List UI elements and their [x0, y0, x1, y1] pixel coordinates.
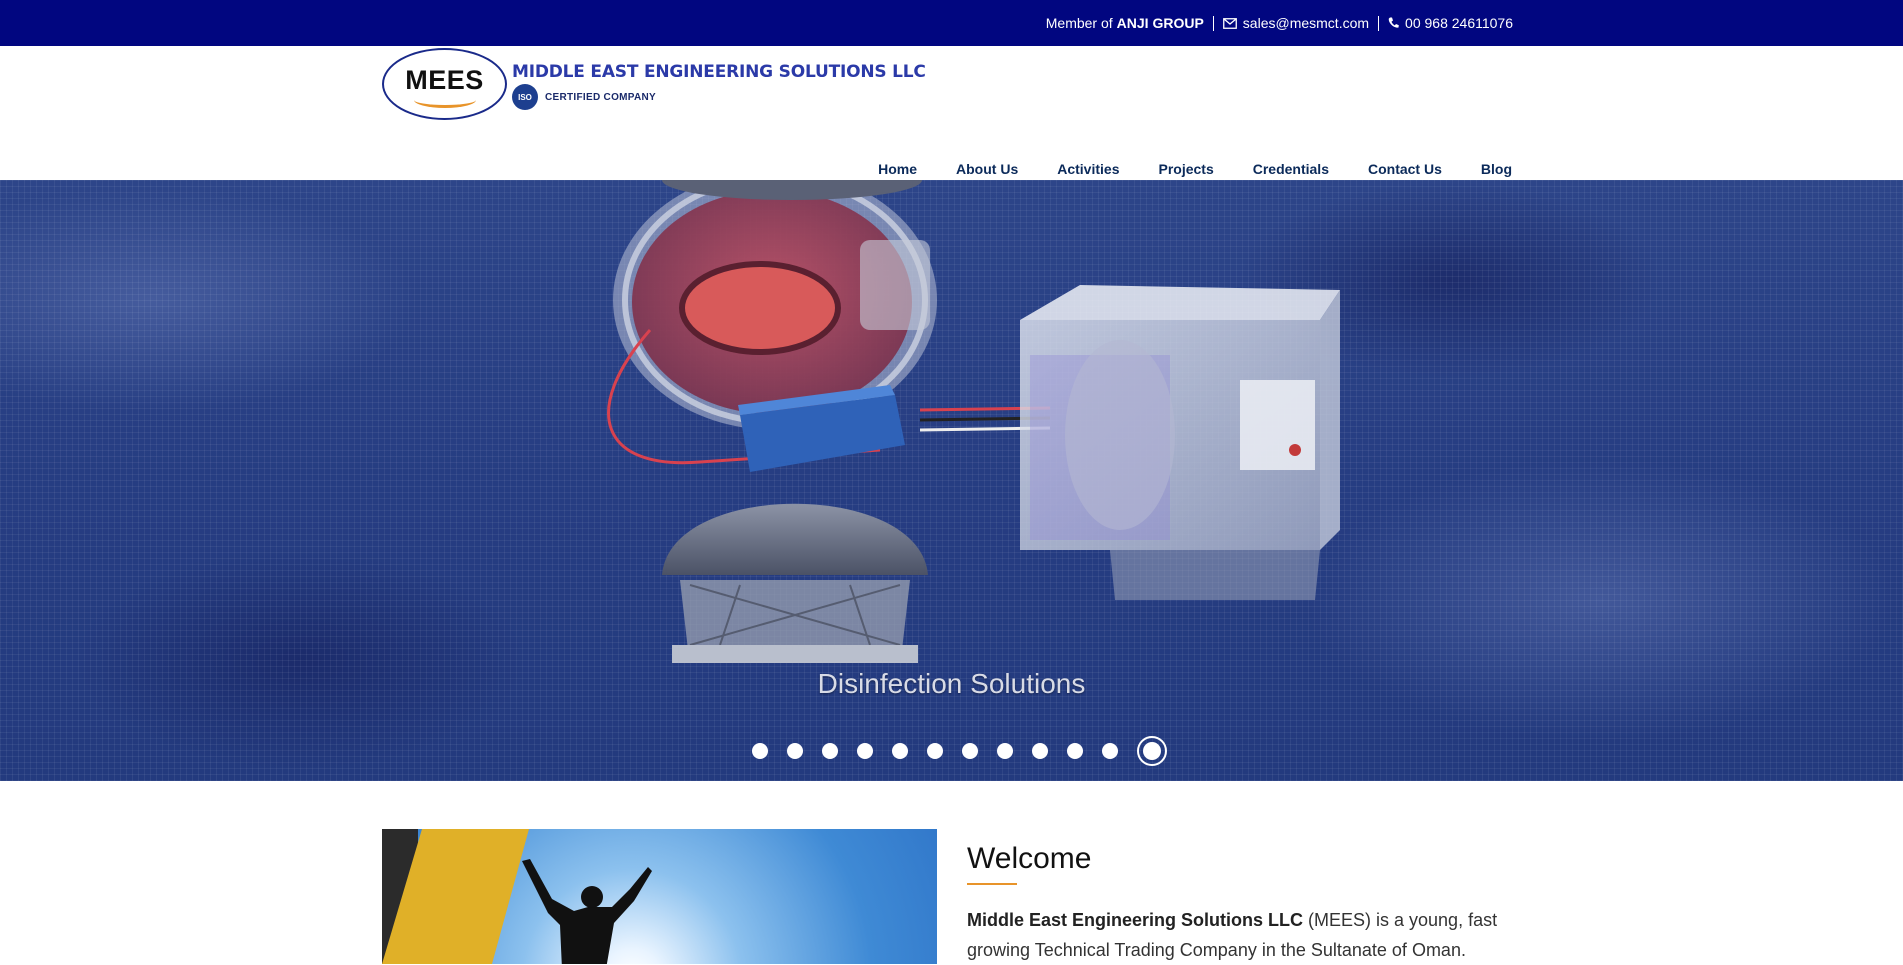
slide-dot-6[interactable] — [927, 743, 943, 759]
hero-slider[interactable]: Disinfection Solutions — [0, 180, 1903, 781]
email-text: sales@mesmct.com — [1242, 15, 1370, 31]
slide-dot-5[interactable] — [892, 743, 908, 759]
nav-projects[interactable]: Projects — [1158, 161, 1213, 177]
top-bar: Member of ANJI GROUP sales@mesmct.com 00… — [0, 0, 1903, 46]
nav-blog[interactable]: Blog — [1481, 161, 1512, 177]
welcome-section: Welcome Middle East Engineering Solution… — [967, 842, 1527, 965]
logo-mark: MEES — [382, 48, 507, 120]
membership-info: Member of ANJI GROUP — [1037, 15, 1213, 31]
phone-text: 00 968 24611076 — [1405, 15, 1513, 31]
slide-dot-9[interactable] — [1032, 743, 1048, 759]
site-header: MEES MIDDLE EAST ENGINEERING SOLUTIONS L… — [0, 46, 1903, 180]
certification: ISO CERTIFIED COMPANY — [512, 84, 926, 110]
slide-dot-3[interactable] — [822, 743, 838, 759]
welcome-heading: Welcome — [967, 842, 1092, 875]
phone-icon — [1388, 17, 1399, 28]
nav-contact-us[interactable]: Contact Us — [1368, 161, 1442, 177]
welcome-paragraph: Middle East Engineering Solutions LLC (M… — [967, 905, 1527, 965]
logo-smile — [414, 92, 476, 108]
nav-about-us[interactable]: About Us — [956, 161, 1018, 177]
member-group: ANJI GROUP — [1116, 15, 1204, 31]
slide-dot-10[interactable] — [1067, 743, 1083, 759]
slide-caption: Disinfection Solutions — [817, 668, 1086, 699]
slide-dot-12-active[interactable] — [1137, 736, 1167, 766]
nav-credentials[interactable]: Credentials — [1253, 161, 1329, 177]
member-prefix: Member of — [1045, 15, 1113, 31]
logo-mark-text: MEES — [405, 64, 484, 95]
slide-dot-2[interactable] — [787, 743, 803, 759]
slide-dot-11[interactable] — [1102, 743, 1118, 759]
slide-dot-4[interactable] — [857, 743, 873, 759]
site-logo[interactable]: MEES MIDDLE EAST ENGINEERING SOLUTIONS L… — [382, 48, 926, 120]
iso-badge-icon: ISO — [512, 84, 538, 110]
slide-dot-1[interactable] — [752, 743, 768, 759]
nav-activities[interactable]: Activities — [1057, 161, 1119, 177]
slide-dot-8[interactable] — [997, 743, 1013, 759]
company-name: MIDDLE EAST ENGINEERING SOLUTIONS LLC — [512, 62, 926, 82]
hero-product-image — [607, 180, 1340, 663]
slider-pagination — [752, 736, 1167, 766]
email-link[interactable]: sales@mesmct.com — [1212, 15, 1378, 31]
phone-link[interactable]: 00 968 24611076 — [1378, 15, 1522, 31]
welcome-image — [382, 829, 937, 964]
heading-underline — [967, 883, 1017, 885]
slide-dot-7[interactable] — [962, 743, 978, 759]
nav-home[interactable]: Home — [878, 161, 917, 177]
person-silhouette — [522, 859, 652, 964]
certified-label: CERTIFIED COMPANY — [545, 91, 657, 103]
logo-text: MIDDLE EAST ENGINEERING SOLUTIONS LLC IS… — [512, 62, 926, 110]
main-nav: Home About Us Activities Projects Creden… — [878, 161, 1512, 177]
envelope-icon — [1222, 17, 1237, 29]
company-name-bold: Middle East Engineering Solutions LLC — [967, 910, 1304, 930]
